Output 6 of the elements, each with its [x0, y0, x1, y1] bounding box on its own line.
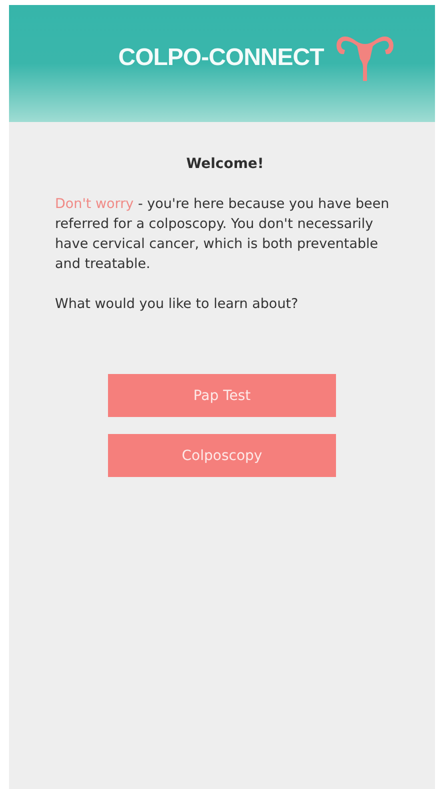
- welcome-message: Don't worry - you're here because you have been referred for a colposcopy. You don't necessarily have cervical cancer, which is both preventable and treatable.: [55, 195, 390, 274]
- welcome-heading: Welcome!: [185, 156, 265, 172]
- topic-button[interactable]: Pap Test: [108, 374, 336, 417]
- topic-button[interactable]: Colposcopy: [108, 434, 336, 477]
- app-title: COLPO-CONNECT: [118, 44, 324, 72]
- question-text: What would you like to learn about?: [55, 295, 300, 314]
